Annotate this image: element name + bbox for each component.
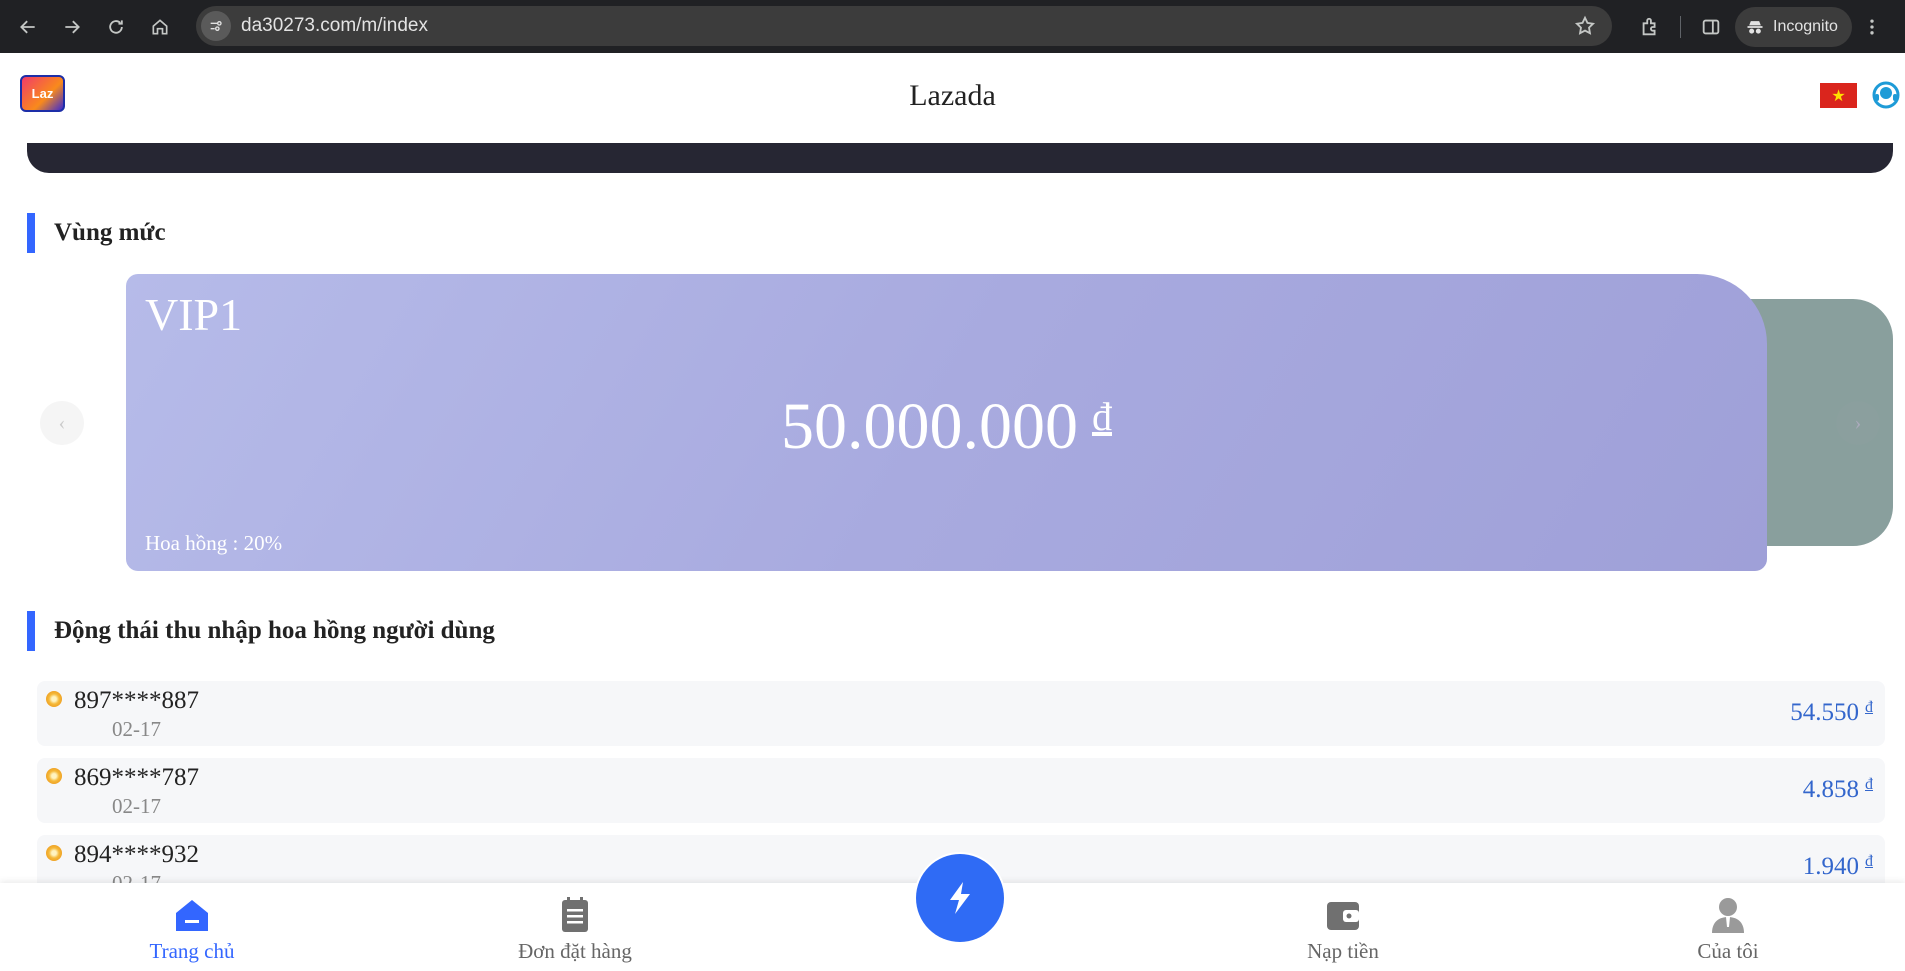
- vip-commission: Hoa hồng : 20%: [145, 531, 283, 555]
- tab-mine[interactable]: Của tôi: [1628, 895, 1828, 964]
- tab-deposit[interactable]: Nạp tiền: [1243, 895, 1443, 964]
- tab-orders-label: Đơn đặt hàng: [518, 939, 632, 963]
- quick-action-button[interactable]: [914, 852, 1006, 944]
- vietnam-flag-icon[interactable]: ★: [1820, 83, 1857, 108]
- list-item-amount-value: 4.858: [1802, 776, 1859, 803]
- list-item-amount-value: 1.940: [1802, 853, 1859, 880]
- chevron-right-icon: ›: [1854, 411, 1862, 434]
- reload-icon[interactable]: [94, 5, 138, 49]
- extensions-icon[interactable]: [1630, 7, 1670, 47]
- forward-icon[interactable]: [50, 5, 94, 49]
- back-icon[interactable]: [6, 5, 50, 49]
- list-item: 897****887 02-17 54.550 đ: [37, 681, 1885, 746]
- url-text: da30273.com/m/index: [241, 15, 428, 36]
- coin-icon: [46, 691, 62, 707]
- wallet-tab-icon: [1327, 902, 1359, 930]
- carousel-next-button[interactable]: ›: [1836, 401, 1880, 445]
- vip-amount-value: 50.000.000: [781, 390, 1078, 463]
- incognito-badge[interactable]: Incognito: [1735, 6, 1852, 47]
- toolbar-divider: [1680, 15, 1681, 38]
- page-title: Lazada: [909, 79, 996, 112]
- levels-title: Vùng mức: [54, 219, 166, 246]
- home-icon[interactable]: [138, 5, 182, 49]
- list-item-date: 02-17: [112, 794, 161, 818]
- vip-level-carousel[interactable]: VIP1 50.000.000 đ Hoa hồng : 20%: [0, 274, 1905, 571]
- coin-icon: [46, 768, 62, 784]
- section-accent-bar: [27, 213, 35, 253]
- carousel-prev-button[interactable]: ‹: [40, 401, 84, 445]
- browser-menu-icon[interactable]: [1852, 7, 1892, 47]
- vip-amount-currency: đ: [1092, 394, 1112, 439]
- list-item-user: 869****787: [74, 764, 199, 791]
- bookmark-star-icon[interactable]: [1574, 15, 1596, 42]
- site-info-icon[interactable]: [201, 11, 231, 41]
- list-item-currency: đ: [1865, 699, 1873, 716]
- vip-amount: 50.000.000 đ: [126, 389, 1767, 465]
- home-tab-icon: [176, 900, 208, 931]
- list-item-user: 897****887: [74, 687, 199, 714]
- list-item-amount: 4.858 đ: [1803, 776, 1873, 804]
- customer-service-icon[interactable]: [1872, 81, 1900, 109]
- list-item-currency: đ: [1865, 853, 1873, 870]
- tab-mine-label: Của tôi: [1697, 939, 1759, 963]
- incognito-icon: [1747, 20, 1763, 34]
- list-item: 869****787 02-17 4.858 đ: [37, 758, 1885, 823]
- list-item-date: 02-17: [112, 717, 161, 741]
- earnings-title: Động thái thu nhập hoa hồng người dùng: [54, 617, 495, 644]
- earnings-section-title: Động thái thu nhập hoa hồng người dùng: [27, 611, 495, 651]
- quick-action-circle: [916, 854, 1004, 942]
- chevron-left-icon: ‹: [58, 411, 66, 434]
- list-item-user: 894****932: [74, 841, 199, 868]
- list-item-currency: đ: [1865, 776, 1873, 793]
- list-item-amount: 54.550 đ: [1790, 699, 1873, 727]
- coin-icon: [46, 845, 62, 861]
- tab-home-label: Trang chủ: [149, 939, 235, 963]
- banner-bottom-edge: [27, 143, 1893, 173]
- browser-toolbar: da30273.com/m/index Incognito: [0, 0, 1905, 53]
- tab-deposit-label: Nạp tiền: [1307, 939, 1379, 963]
- incognito-label: Incognito: [1773, 17, 1838, 35]
- vip-card[interactable]: VIP1 50.000.000 đ Hoa hồng : 20%: [126, 274, 1767, 571]
- lightning-icon: [950, 882, 970, 914]
- address-bar[interactable]: da30273.com/m/index: [196, 6, 1612, 46]
- list-item-amount: 1.940 đ: [1803, 853, 1873, 881]
- list-item-amount-value: 54.550: [1790, 699, 1859, 726]
- side-panel-icon[interactable]: [1691, 7, 1731, 47]
- section-accent-bar: [27, 611, 35, 651]
- orders-tab-icon: [562, 897, 588, 932]
- tab-orders[interactable]: Đơn đặt hàng: [475, 895, 675, 964]
- user-tab-icon: [1712, 898, 1744, 933]
- app-header: Laz Lazada ★: [0, 53, 1905, 143]
- tab-home[interactable]: Trang chủ: [92, 895, 292, 964]
- levels-section-title: Vùng mức: [27, 213, 166, 253]
- vip-name: VIP1: [145, 289, 243, 340]
